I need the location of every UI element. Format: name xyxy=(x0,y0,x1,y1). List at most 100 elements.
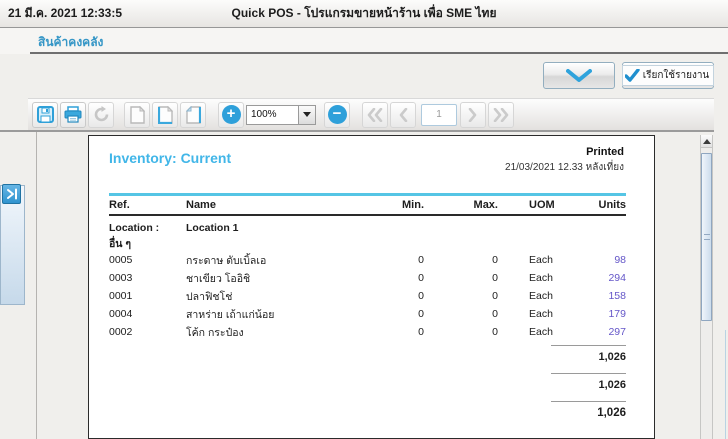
fit-page-width-button[interactable] xyxy=(152,101,178,128)
col-header-max: Max. xyxy=(473,199,498,211)
printer-icon xyxy=(64,106,82,123)
grand-total: 1,026 xyxy=(109,401,626,425)
cell-uom: Each xyxy=(529,308,553,320)
zoom-dropdown-button[interactable] xyxy=(298,104,316,125)
print-button[interactable] xyxy=(60,101,86,128)
location-value: Location 1 xyxy=(186,221,239,234)
cell-name: โค้ก กระป๋อง xyxy=(186,326,244,339)
expand-right-icon xyxy=(6,188,18,200)
tab-underline xyxy=(30,52,728,54)
run-report-inner: เรียกใช้รายงาน xyxy=(621,65,715,86)
app-title: Quick POS - โปรแกรมขายหน้าร้าน เพื่อ SME… xyxy=(231,6,497,20)
cell-uom: Each xyxy=(529,326,553,338)
cell-units-link[interactable]: 297 xyxy=(584,326,626,338)
cell-name: ชาเขียว โออิชิ xyxy=(186,272,251,285)
viewer-left-border xyxy=(36,132,37,439)
cell-max: 0 xyxy=(492,290,498,302)
table-row: 0002 โค้ก กระป๋อง 0 0 Each 297 xyxy=(109,323,626,341)
cell-units-link[interactable]: 294 xyxy=(584,272,626,284)
cell-min: 0 xyxy=(418,326,424,338)
cell-ref: 0002 xyxy=(109,326,133,338)
table-header-row: Ref. Name Min. Max. UOM Units xyxy=(109,196,626,216)
save-button[interactable] xyxy=(32,101,58,128)
zoom-out-button[interactable]: − xyxy=(324,101,350,128)
last-page-button[interactable] xyxy=(488,101,514,128)
cell-min: 0 xyxy=(418,272,424,284)
scroll-up-button[interactable] xyxy=(701,135,712,148)
inventory-table: Ref. Name Min. Max. UOM Units Location :… xyxy=(109,193,626,425)
right-panel-edge xyxy=(725,330,726,439)
col-header-uom: UOM xyxy=(529,199,555,211)
scroll-up-arrow-icon xyxy=(702,138,711,144)
col-header-min: Min. xyxy=(402,199,424,211)
printed-label: Printed xyxy=(586,146,624,158)
cell-name: ปลาฟิชโช่ xyxy=(186,290,233,303)
category-label: อื่น ๆ xyxy=(109,238,132,250)
cell-min: 0 xyxy=(418,308,424,320)
col-header-name: Name xyxy=(186,199,216,211)
cell-ref: 0001 xyxy=(109,290,133,302)
cell-max: 0 xyxy=(492,272,498,284)
chevron-left-icon xyxy=(398,107,408,122)
dropdown-arrow-icon xyxy=(303,112,311,117)
plus-icon: + xyxy=(221,105,241,124)
chevron-down-icon xyxy=(566,69,592,82)
page-width-icon xyxy=(157,105,173,124)
run-report-button[interactable]: เรียกใช้รายงาน xyxy=(621,62,715,89)
scrollbar-thumb[interactable] xyxy=(701,153,712,321)
save-icon xyxy=(36,106,54,123)
cell-ref: 0005 xyxy=(109,254,133,266)
next-page-button[interactable] xyxy=(460,101,486,128)
report-page: Inventory: Current Printed 21/03/2021 12… xyxy=(88,135,655,439)
vertical-scrollbar[interactable] xyxy=(700,135,713,439)
refresh-icon xyxy=(93,106,110,123)
location-row: Location : Location 1 xyxy=(109,219,626,236)
category-total: 1,026 xyxy=(109,345,626,369)
zoom-level-field[interactable]: 100% xyxy=(246,104,298,125)
cell-uom: Each xyxy=(529,254,553,266)
cell-units-link[interactable]: 98 xyxy=(584,254,626,266)
report-title: Inventory: Current xyxy=(109,150,232,166)
category-row: อื่น ๆ xyxy=(109,236,626,251)
refresh-button[interactable] xyxy=(88,101,114,128)
total-value: 1,026 xyxy=(597,407,626,419)
first-page-button[interactable] xyxy=(362,101,388,128)
fit-whole-page-button[interactable] xyxy=(180,101,206,128)
table-row: 0004 สาหร่าย เถ้าแก่น้อย 0 0 Each 179 xyxy=(109,305,626,323)
printed-datetime: 21/03/2021 12.33 หลังเที่ยง xyxy=(505,162,624,173)
table-row: 0005 กระดาษ ดับเบิ้ลเอ 0 0 Each 98 xyxy=(109,251,626,269)
cell-ref: 0004 xyxy=(109,308,133,320)
cell-units-link[interactable]: 158 xyxy=(584,290,626,302)
page-icon xyxy=(129,105,145,124)
page-number-input[interactable]: 1 xyxy=(421,103,457,126)
tab-strip: สินค้าคงคลัง xyxy=(0,28,728,54)
checkmark-icon xyxy=(624,69,640,82)
cell-uom: Each xyxy=(529,290,553,302)
col-header-ref: Ref. xyxy=(109,199,130,211)
report-toolbar: + 100% − 1 xyxy=(28,98,714,130)
double-chevron-right-icon xyxy=(493,107,509,122)
table-row: 0003 ชาเขียว โออิชิ 0 0 Each 294 xyxy=(109,269,626,287)
cell-units-link[interactable]: 179 xyxy=(584,308,626,320)
total-value: 1,026 xyxy=(598,379,626,391)
tab-inventory[interactable]: สินค้าคงคลัง xyxy=(38,33,103,52)
cell-min: 0 xyxy=(418,290,424,302)
cell-uom: Each xyxy=(529,272,553,284)
collapse-report-options-button[interactable] xyxy=(543,62,615,89)
location-label: Location : xyxy=(109,221,160,234)
cell-max: 0 xyxy=(492,326,498,338)
cell-min: 0 xyxy=(418,254,424,266)
col-header-units: Units xyxy=(598,199,627,211)
total-value: 1,026 xyxy=(598,351,626,363)
chevron-right-icon xyxy=(468,107,478,122)
location-total: 1,026 xyxy=(109,373,626,397)
zoom-in-button[interactable]: + xyxy=(218,101,244,128)
table-row: 0001 ปลาฟิชโช่ 0 0 Each 158 xyxy=(109,287,626,305)
minus-icon: − xyxy=(327,105,347,124)
zoom-actual-size-button[interactable] xyxy=(124,101,150,128)
previous-page-button[interactable] xyxy=(390,101,416,128)
whole-page-icon xyxy=(185,105,201,124)
expand-panel-button[interactable] xyxy=(2,184,21,204)
cell-name: สาหร่าย เถ้าแก่น้อย xyxy=(186,308,275,321)
double-chevron-left-icon xyxy=(367,107,383,122)
